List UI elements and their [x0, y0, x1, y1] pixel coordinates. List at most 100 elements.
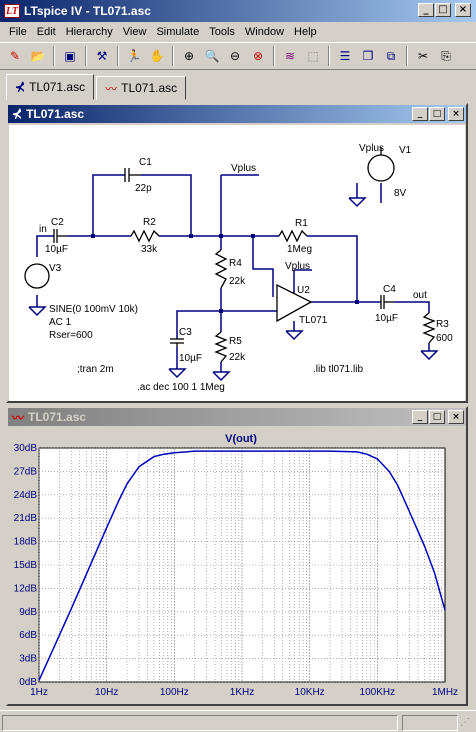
waveform-window-title-bar: 〰 TL071.asc _ □ × — [8, 408, 466, 426]
x-tick-label: 10Hz — [95, 687, 118, 698]
x-tick-label: 1KHz — [230, 687, 254, 698]
x-tick-label: 1MHz — [432, 687, 458, 698]
resize-grip-icon[interactable]: ⋰ — [460, 717, 470, 728]
control-panel-icon[interactable]: ⚒ — [91, 45, 113, 67]
x-tick-label: 1Hz — [30, 687, 48, 698]
cut-icon[interactable]: ✂ — [412, 45, 434, 67]
menu-tools[interactable]: Tools — [204, 26, 240, 38]
label-r5-value: 22k — [229, 352, 246, 363]
x-tick-labels: 1Hz 10Hz 100Hz 1KHz 10KHz 100KHz 1MHz — [30, 687, 458, 698]
label-r4-value: 22k — [229, 276, 246, 287]
close-window-icon[interactable]: ⧉ — [380, 45, 402, 67]
new-schematic-icon[interactable]: ✎ — [4, 45, 26, 67]
schematic-minimize-button[interactable]: _ — [412, 107, 428, 121]
zoom-extents-icon[interactable]: ⬚ — [302, 45, 324, 67]
label-v3-rser: Rser=600 — [49, 330, 93, 341]
app-title-bar: LT LTspice IV - TL071.asc _ □ × — [0, 0, 476, 22]
menu-hierarchy[interactable]: Hierarchy — [61, 26, 118, 38]
y-tick-label: 3dB — [19, 654, 37, 665]
label-v1-value: 8V — [394, 188, 407, 199]
y-tick-label: 30dB — [14, 443, 38, 454]
run-icon[interactable]: 🏃 — [123, 45, 145, 67]
waveform-window: 〰 TL071.asc _ □ × V(out) 0dB 3dB 6dB 9dB 12d… — [6, 406, 468, 706]
label-vplus: Vplus — [359, 143, 384, 154]
label-c4-value: 10µF — [375, 313, 398, 324]
tile-horizontal-icon[interactable]: ☰ — [334, 45, 356, 67]
label-r3: R3 — [436, 319, 449, 330]
status-bar: ⋰ — [0, 710, 476, 732]
cascade-icon[interactable]: ❐ — [357, 45, 379, 67]
halt-icon[interactable]: ✋ — [146, 45, 168, 67]
autoscale-icon[interactable]: ≋ — [279, 45, 301, 67]
x-tick-label: 10KHz — [295, 687, 325, 698]
menu-view[interactable]: View — [118, 26, 152, 38]
open-folder-icon[interactable]: 📂 — [27, 45, 49, 67]
minimize-button[interactable]: _ — [418, 3, 434, 17]
document-tabs: ⊀ TL071.asc 〰 TL071.asc — [0, 72, 476, 100]
y-tick-labels: 0dB3dB6dB9dB12dB15dB18dB21dB24dB27dB30dB — [14, 443, 38, 688]
toolbar-separator — [53, 46, 55, 66]
menu-help[interactable]: Help — [289, 26, 322, 38]
tab-waveform[interactable]: 〰 TL071.asc — [96, 76, 187, 100]
label-r4: R4 — [229, 258, 242, 269]
lib-directive: .lib tl071.lib — [313, 364, 363, 375]
label-v3-ac: AC 1 — [49, 317, 72, 328]
label-v3-spec: SINE(0 100mV 10k) — [49, 304, 138, 315]
y-tick-label: 27dB — [14, 466, 38, 477]
zoom-in-icon[interactable]: ⊕ — [178, 45, 200, 67]
waveform-plot[interactable]: V(out) 0dB3dB6dB9dB12dB15dB18dB21dB24dB2… — [9, 428, 465, 704]
toolbar-separator — [406, 46, 408, 66]
y-tick-label: 6dB — [19, 630, 37, 641]
y-tick-label: 18dB — [14, 537, 38, 548]
y-tick-label: 12dB — [14, 583, 38, 594]
schematic-maximize-button[interactable]: □ — [429, 107, 445, 121]
ltspice-logo-icon: LT — [4, 4, 20, 18]
label-c1: C1 — [139, 157, 152, 168]
waveform-maximize-button[interactable]: □ — [429, 410, 445, 424]
label-c3-value: 10µF — [179, 353, 202, 364]
schematic-window: ⊀ TL071.asc _ □ × C2 in 10µF C1 22p R2 3… — [6, 103, 468, 403]
y-tick-label: 21dB — [14, 513, 38, 524]
waveform-icon: 〰 — [12, 410, 25, 425]
schematic-window-title: TL071.asc — [26, 107, 85, 121]
label-u2-value: TL071 — [299, 315, 328, 326]
label-c4: C4 — [383, 284, 396, 295]
toolbar-separator — [85, 46, 87, 66]
save-icon[interactable]: ▣ — [59, 45, 81, 67]
schematic-canvas[interactable]: C2 in 10µF C1 22p R2 33k Vplus R1 1Meg V… — [9, 125, 465, 401]
label-v3: V3 — [49, 263, 62, 274]
zoom-out-icon[interactable]: ⊖ — [224, 45, 246, 67]
label-c3: C3 — [179, 327, 192, 338]
zoom-cancel-icon[interactable]: ⊗ — [247, 45, 269, 67]
label-u2: U2 — [297, 285, 310, 296]
close-button[interactable]: × — [455, 3, 471, 17]
schematic-close-button[interactable]: × — [448, 107, 464, 121]
x-tick-label: 100Hz — [160, 687, 189, 698]
tab-label: TL071.asc — [121, 81, 178, 95]
menu-simulate[interactable]: Simulate — [151, 26, 204, 38]
status-pane — [2, 715, 398, 731]
menu-window[interactable]: Window — [240, 26, 289, 38]
y-tick-label: 24dB — [14, 490, 38, 501]
menu-edit[interactable]: Edit — [32, 26, 61, 38]
label-c2: C2 — [51, 217, 64, 228]
schematic-icon: ⊀ — [12, 107, 23, 121]
tab-schematic[interactable]: ⊀ TL071.asc — [6, 74, 95, 100]
toolbar-separator — [117, 46, 119, 66]
copy-icon[interactable]: ⎘ — [435, 45, 457, 67]
menu-file[interactable]: File — [4, 26, 32, 38]
waveform-minimize-button[interactable]: _ — [412, 410, 428, 424]
schematic-icon: ⊀ — [15, 80, 26, 94]
label-r1-value: 1Meg — [287, 244, 312, 255]
maximize-button[interactable]: □ — [435, 3, 451, 17]
label-in: in — [39, 224, 47, 235]
label-out: out — [413, 290, 427, 301]
label-r3-value: 600 — [436, 333, 453, 344]
pan-icon[interactable]: 🔍 — [201, 45, 223, 67]
wire-junctions — [91, 234, 359, 313]
y-tick-label: 15dB — [14, 560, 38, 571]
status-pane — [402, 715, 458, 731]
app-title: LTspice IV - TL071.asc — [24, 4, 151, 18]
label-c2-value: 10µF — [45, 244, 68, 255]
waveform-close-button[interactable]: × — [448, 410, 464, 424]
